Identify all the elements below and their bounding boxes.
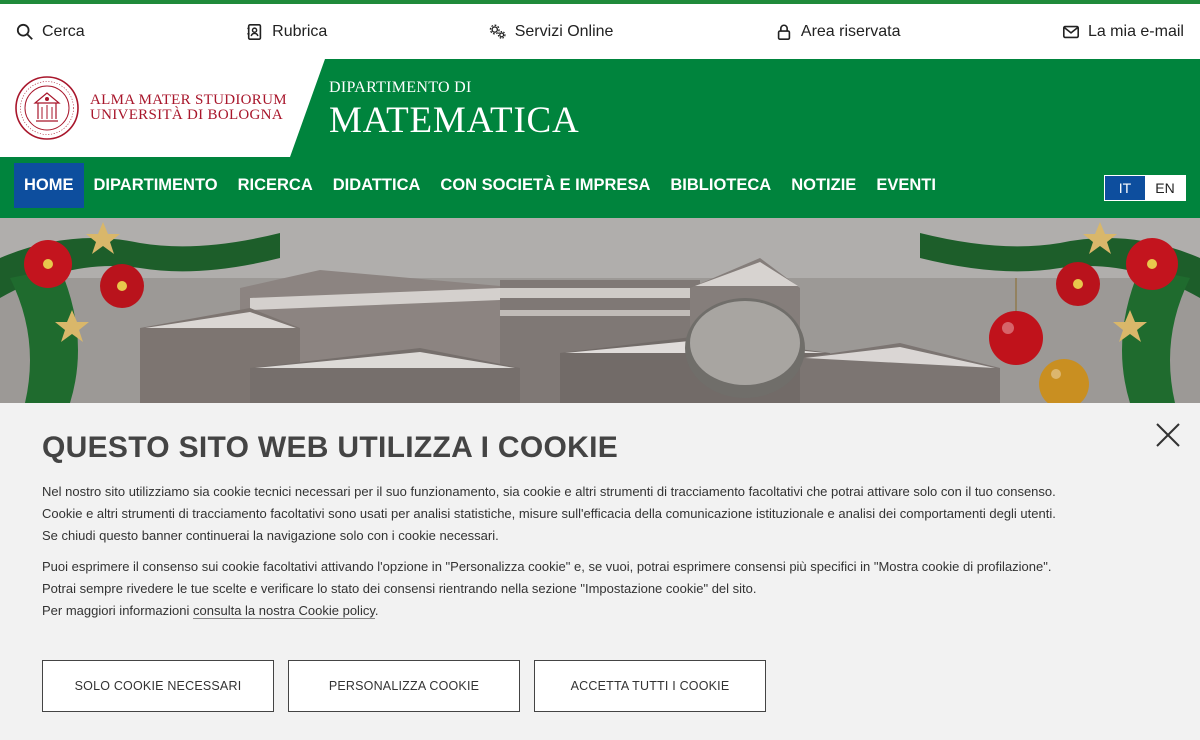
cookie-policy-link[interactable]: consulta la nostra Cookie policy bbox=[193, 603, 375, 619]
rubrica-label: Rubrica bbox=[272, 22, 328, 40]
address-book-icon bbox=[247, 23, 262, 40]
university-seal-logo[interactable] bbox=[14, 75, 80, 141]
university-name-line2: UNIVERSITÀ DI BOLOGNA bbox=[90, 107, 283, 123]
department-name: MATEMATICA bbox=[329, 100, 580, 141]
area-riservata-link[interactable]: Area riservata bbox=[775, 22, 901, 41]
nav-item-biblioteca[interactable]: BIBLIOTECA bbox=[660, 163, 781, 208]
close-icon[interactable] bbox=[1154, 421, 1182, 449]
mail-icon bbox=[1062, 25, 1079, 38]
area-riservata-label: Area riservata bbox=[800, 22, 901, 40]
cookie-policy-prefix: Per maggiori informazioni bbox=[42, 603, 194, 618]
rubrica-link[interactable]: Rubrica bbox=[246, 23, 327, 41]
nav-item-societa-impresa[interactable]: CON SOCIETÀ E IMPRESA bbox=[430, 163, 660, 208]
email-link[interactable]: La mia e-mail bbox=[1062, 23, 1184, 41]
main-navigation: HOME DIPARTIMENTO RICERCA DIDATTICA CON … bbox=[0, 157, 1200, 218]
department-prefix: DIPARTIMENTO DI bbox=[329, 79, 472, 96]
nav-item-notizie[interactable]: NOTIZIE bbox=[781, 163, 866, 208]
cookie-banner-title: QUESTO SITO WEB UTILIZZA I COOKIE bbox=[42, 431, 619, 464]
cookie-paragraph-1: Nel nostro sito utilizziamo sia cookie t… bbox=[42, 481, 1152, 547]
nav-item-home[interactable]: HOME bbox=[14, 163, 84, 208]
nav-item-dipartimento[interactable]: DIPARTIMENTO bbox=[84, 163, 228, 208]
accept-all-cookies-button[interactable]: ACCETTA TUTTI I COOKIE bbox=[534, 660, 766, 712]
university-name-line1: ALMA MATER STUDIORUM bbox=[90, 92, 287, 108]
search-icon bbox=[16, 23, 33, 40]
language-switcher: IT EN bbox=[1104, 175, 1186, 201]
lock-icon bbox=[777, 24, 791, 40]
nav-item-ricerca[interactable]: RICERCA bbox=[228, 163, 323, 208]
gears-icon bbox=[489, 24, 506, 39]
nav-menu: HOME DIPARTIMENTO RICERCA DIDATTICA CON … bbox=[14, 163, 946, 208]
university-name[interactable]: ALMA MATER STUDIORUM UNIVERSITÀ DI BOLOG… bbox=[90, 93, 287, 123]
cookie-p2-line2: Potrai sempre rivedere le tue scelte e v… bbox=[42, 581, 757, 596]
search-label: Cerca bbox=[42, 22, 85, 40]
search-link[interactable]: Cerca bbox=[16, 23, 85, 41]
cookie-banner: QUESTO SITO WEB UTILIZZA I COOKIE Nel no… bbox=[0, 403, 1200, 740]
snowy-city-illustration bbox=[0, 218, 1200, 403]
brand-header: ALMA MATER STUDIORUM UNIVERSITÀ DI BOLOG… bbox=[0, 59, 1200, 157]
servizi-online-label: Servizi Online bbox=[514, 22, 614, 40]
nav-item-eventi[interactable]: EVENTI bbox=[866, 163, 946, 208]
hero-banner-image bbox=[0, 218, 1200, 403]
customize-cookies-button[interactable]: PERSONALIZZA COOKIE bbox=[288, 660, 520, 712]
cookie-p1-line3: Se chiudi questo banner continuerai la n… bbox=[42, 528, 499, 543]
cookie-p1-line2: Cookie e altri strumenti di tracciamento… bbox=[42, 506, 1056, 521]
servizi-online-link[interactable]: Servizi Online bbox=[489, 22, 614, 41]
utility-bar: Cerca Rubrica Servizi Online Area riserv… bbox=[0, 4, 1200, 59]
nav-item-didattica[interactable]: DIDATTICA bbox=[323, 163, 431, 208]
cookie-p1-line1: Nel nostro sito utilizziamo sia cookie t… bbox=[42, 484, 1056, 499]
email-label: La mia e-mail bbox=[1087, 22, 1184, 40]
lang-en-button[interactable]: EN bbox=[1145, 176, 1185, 200]
only-necessary-cookies-button[interactable]: SOLO COOKIE NECESSARI bbox=[42, 660, 274, 712]
cookie-policy-suffix: . bbox=[374, 603, 379, 618]
department-title[interactable]: DIPARTIMENTO DI MATEMATICA bbox=[329, 79, 580, 142]
cookie-paragraph-2: Puoi esprimere il consenso sui cookie fa… bbox=[42, 556, 1152, 622]
cookie-p2-line1: Puoi esprimere il consenso sui cookie fa… bbox=[42, 559, 1052, 574]
lang-it-button[interactable]: IT bbox=[1105, 176, 1145, 200]
cookie-p2-line3: Per maggiori informazioni consulta la no… bbox=[42, 600, 1152, 622]
